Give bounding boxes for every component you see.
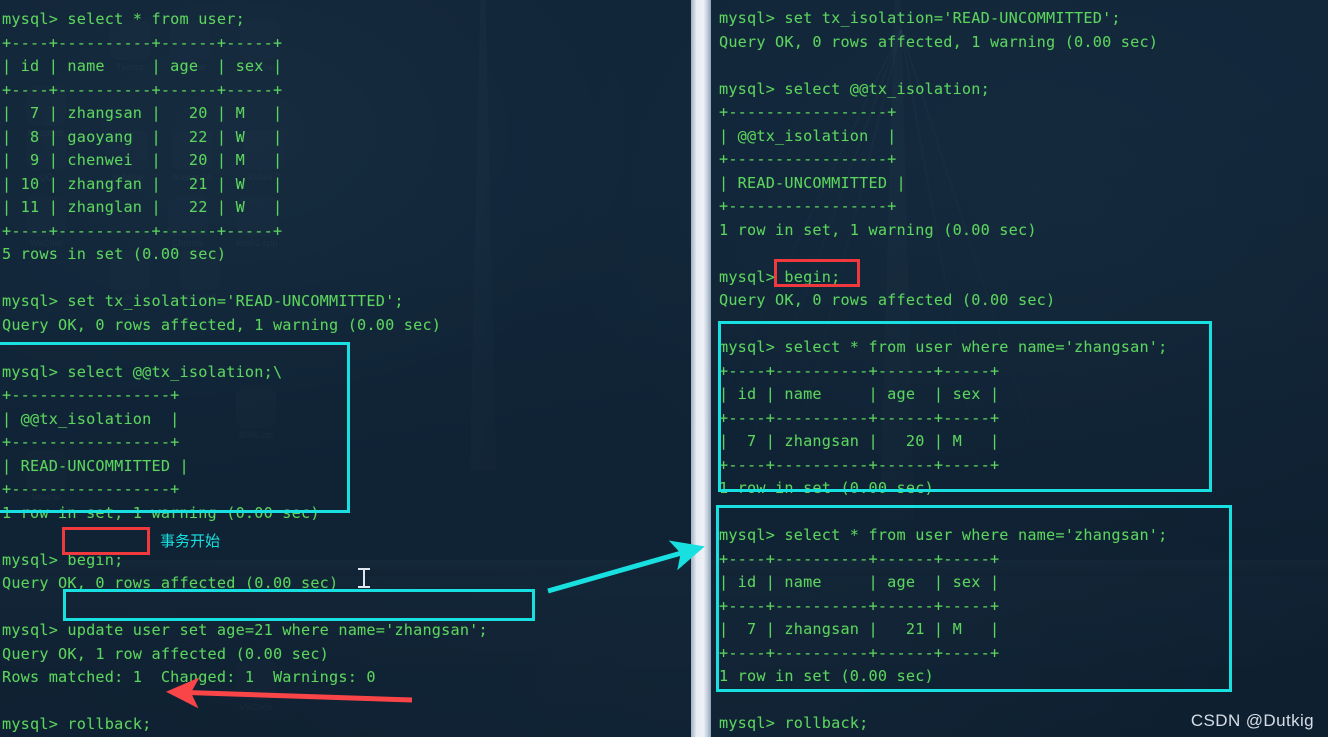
terminal-line: mysql> select * from user; [2, 10, 245, 28]
left-terminal-output[interactable]: mysql> select * from user; +----+--------… [0, 0, 691, 737]
terminal-line: 1 row in set, 1 warning (0.00 sec) [2, 503, 320, 522]
terminal-line: | 10 | zhangfan | 21 | W | [2, 174, 283, 193]
terminal-line: Query OK, 0 rows affected (0.00 sec) [2, 574, 339, 592]
terminal-line: mysql> select * from user where name='zh… [719, 338, 1168, 356]
terminal-line: mysql> set tx_isolation='READ-UNCOMMITTE… [2, 292, 404, 310]
terminal-line: +----+----------+------+-----+ [2, 33, 283, 52]
terminal-line: | 7 | zhangsan | 20 | M | [2, 104, 283, 122]
terminal-line: mysql> update user set age=21 where name… [2, 621, 488, 639]
terminal-line: 5 rows in set (0.00 sec) [2, 245, 227, 263]
terminal-line: mysql> begin; [2, 550, 124, 569]
terminal-line: mysql> select @@tx_isolation; [719, 79, 990, 98]
left-terminal-pane[interactable]: mysql> select * from user; +----+--------… [0, 0, 691, 737]
terminal-line: mysql> begin; [719, 267, 841, 286]
terminal-line: +-----------------+ [2, 480, 180, 498]
terminal-line: +----+----------+------+-----+ [719, 643, 1000, 662]
terminal-line: | 7 | zhangsan | 20 | M | [719, 432, 1000, 450]
terminal-line: mysql> rollback; [2, 715, 152, 733]
terminal-line: | 9 | chenwei | 20 | M | [2, 151, 283, 169]
terminal-line: mysql> rollback; [719, 714, 869, 732]
terminal-line: +-----------------+ [2, 433, 180, 451]
terminal-line: Query OK, 1 row affected (0.00 sec) [2, 644, 330, 663]
terminal-line: +----+----------+------+-----+ [719, 596, 1000, 615]
terminal-line: | id | name | age | sex | [2, 57, 283, 75]
terminal-line: +-----------------+ [719, 103, 897, 121]
terminal-line: 1 row in set (0.00 sec) [719, 667, 934, 685]
terminal-line: Rows matched: 1 Changed: 1 Warnings: 0 [2, 668, 376, 686]
terminal-line: +----+----------+------+-----+ [719, 455, 1000, 474]
terminal-line: +----+----------+------+-----+ [2, 80, 283, 99]
terminal-line: +----+----------+------+-----+ [719, 549, 1000, 568]
terminal-line: | 8 | gaoyang | 22 | W | [2, 127, 283, 146]
terminal-line: +-----------------+ [719, 150, 897, 168]
terminal-line: | @@tx_isolation | [2, 409, 180, 428]
terminal-line: +-----------------+ [719, 197, 897, 215]
terminal-line: Query OK, 0 rows affected, 1 warning (0.… [2, 315, 442, 334]
pane-splitter[interactable] [691, 0, 711, 737]
terminal-line: | id | name | age | sex | [719, 573, 1000, 591]
terminal-line: +-----------------+ [2, 386, 180, 404]
terminal-line: 1 row in set, 1 warning (0.00 sec) [719, 220, 1037, 239]
terminal-line: mysql> select * from user where name='zh… [719, 526, 1168, 544]
terminal-line: +----+----------+------+-----+ [719, 408, 1000, 427]
terminal-line: Query OK, 0 rows affected, 1 warning (0.… [719, 32, 1159, 51]
terminal-line: Query OK, 0 rows affected (0.00 sec) [719, 291, 1056, 309]
terminal-line: | READ-UNCOMMITTED | [719, 173, 906, 192]
terminal-line: | READ-UNCOMMITTED | [2, 456, 189, 475]
terminal-line: +----+----------+------+-----+ [2, 221, 283, 240]
terminal-line: | 11 | zhanglan | 22 | W | [2, 198, 283, 216]
terminal-line: | 7 | zhangsan | 21 | M | [719, 620, 1000, 638]
terminal-line: mysql> select @@tx_isolation;\ [2, 362, 283, 381]
terminal-line: mysql> set tx_isolation='READ-UNCOMMITTE… [719, 9, 1121, 27]
right-terminal-output[interactable]: mysql> set tx_isolation='READ-UNCOMMITTE… [711, 0, 1328, 737]
terminal-line: | id | name | age | sex | [719, 385, 1000, 403]
terminal-line: +----+----------+------+-----+ [719, 361, 1000, 380]
terminal-line: | @@tx_isolation | [719, 126, 897, 145]
terminal-line: 1 row in set (0.00 sec) [719, 479, 934, 497]
right-terminal-pane[interactable]: mysql> set tx_isolation='READ-UNCOMMITTE… [711, 0, 1328, 737]
screenshot-root: Microsoft Typora Snipste Postman QQ Subl… [0, 0, 1328, 737]
